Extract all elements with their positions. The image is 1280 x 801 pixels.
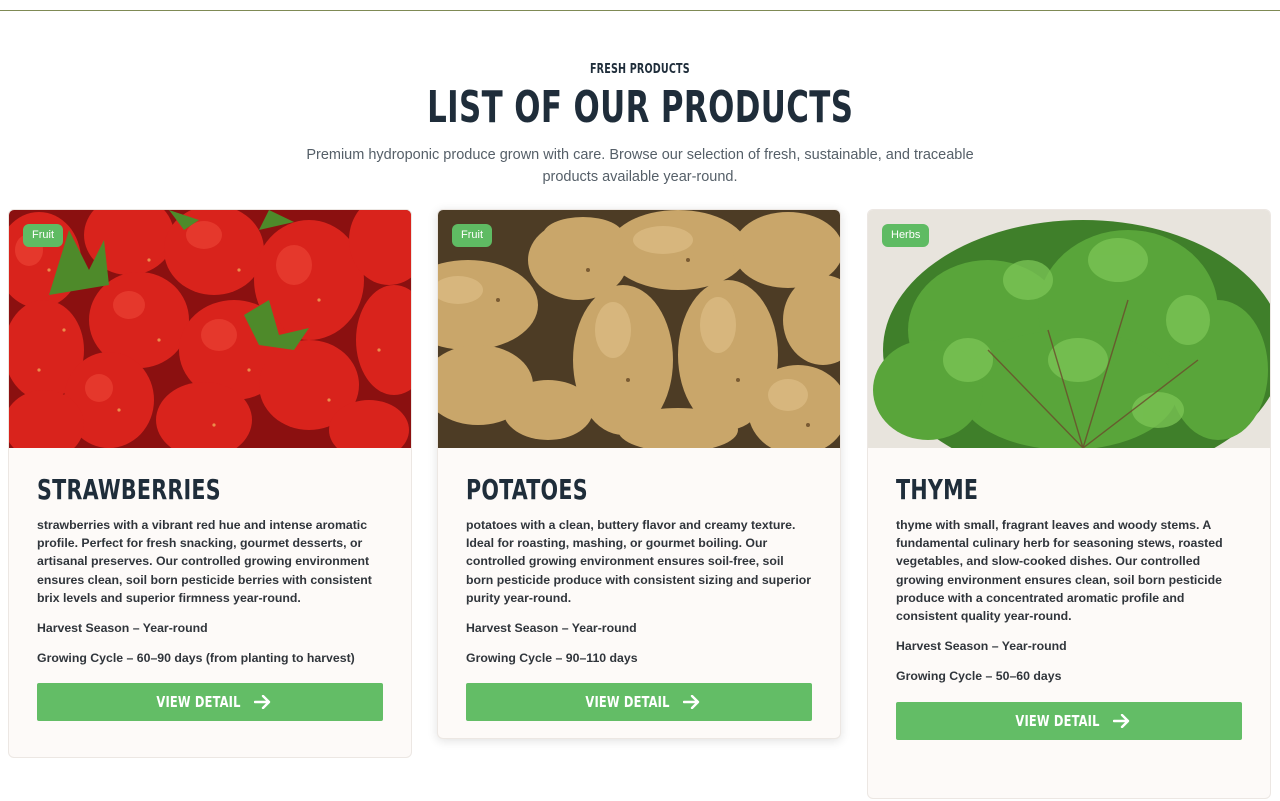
arrow-right-icon: [1112, 713, 1129, 728]
view-detail-label: VIEW DETAIL: [1014, 711, 1100, 730]
product-title: STRAWBERRIES: [37, 473, 221, 506]
product-body: POTATOES potatoes with a clean, buttery …: [438, 448, 840, 738]
top-divider: [0, 10, 1280, 11]
section-header: FRESH PRODUCTS LIST OF OUR PRODUCTS Prem…: [0, 60, 1280, 188]
category-badge: Fruit: [452, 224, 492, 247]
product-image-thyme: Herbs: [868, 210, 1270, 448]
product-card-thyme: Herbs THYME thyme with small, fragrant l…: [867, 209, 1271, 799]
view-detail-label: VIEW DETAIL: [155, 693, 241, 712]
category-badge: Herbs: [882, 224, 930, 247]
product-title: THYME: [896, 473, 979, 506]
product-card-strawberries: Fruit STRAWBERRIES strawberries with a v…: [8, 209, 412, 758]
potatoes-photo: [438, 210, 840, 448]
harvest-season: Harvest Season – Year-round: [37, 621, 208, 636]
product-body: THYME thyme with small, fragrant leaves …: [868, 448, 1270, 768]
category-badge: Fruit: [23, 224, 63, 247]
product-description: thyme with small, fragrant leaves and wo…: [896, 518, 1223, 624]
thyme-photo: [868, 210, 1270, 448]
product-body: STRAWBERRIES strawberries with a vibrant…: [9, 448, 411, 749]
view-detail-button[interactable]: VIEW DETAIL: [37, 683, 383, 722]
harvest-season: Harvest Season – Year-round: [896, 639, 1067, 654]
section-subtitle: Premium hydroponic produce grown with ca…: [306, 147, 974, 185]
card-shadow-extension: [437, 741, 841, 801]
strawberries-photo: [9, 210, 411, 448]
product-description: potatoes with a clean, buttery flavor an…: [466, 518, 812, 605]
growing-cycle: Growing Cycle – 50–60 days: [896, 669, 1062, 684]
arrow-right-icon: [253, 695, 270, 710]
growing-cycle: Growing Cycle – 60–90 days (from plantin…: [37, 651, 355, 666]
product-image-strawberries: Fruit: [9, 210, 411, 448]
view-detail-button[interactable]: VIEW DETAIL: [466, 683, 812, 722]
arrow-right-icon: [682, 695, 699, 710]
growing-cycle: Growing Cycle – 90–110 days: [466, 651, 638, 666]
view-detail-button[interactable]: VIEW DETAIL: [896, 701, 1242, 740]
product-title: POTATOES: [466, 473, 588, 506]
section-title: LIST OF OUR PRODUCTS: [426, 82, 854, 133]
product-description: strawberries with a vibrant red hue and …: [37, 518, 372, 605]
view-detail-label: VIEW DETAIL: [584, 693, 670, 712]
product-grid: Fruit STRAWBERRIES strawberries with a v…: [0, 209, 1280, 801]
harvest-season: Harvest Season – Year-round: [466, 621, 637, 636]
product-card-potatoes: Fruit POTATOES potatoes with a clean, bu…: [437, 209, 841, 739]
section-eyebrow: FRESH PRODUCTS: [590, 62, 690, 77]
product-image-potatoes: Fruit: [438, 210, 840, 448]
